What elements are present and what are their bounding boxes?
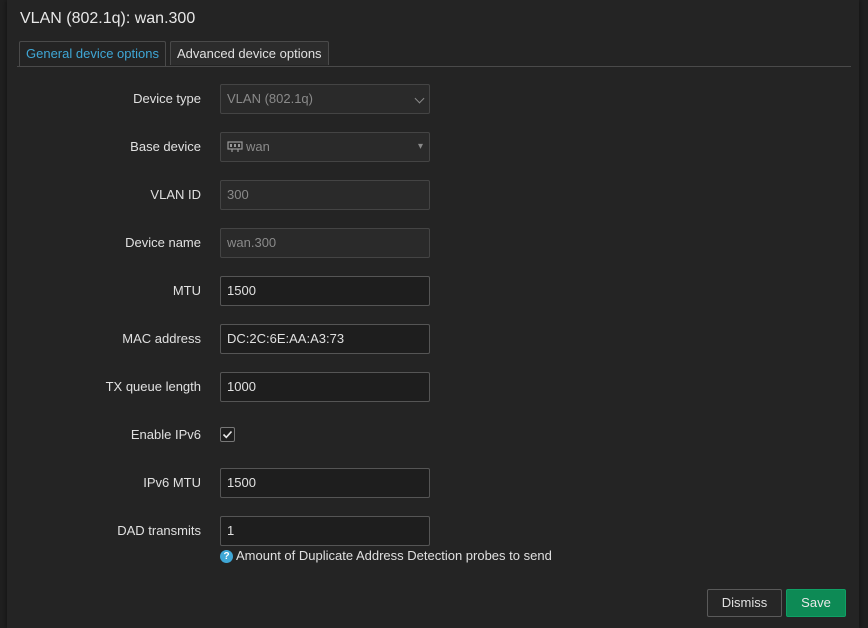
network-port-icon — [227, 141, 243, 152]
dad-transmits-label: DAD transmits — [117, 523, 201, 538]
background-page-left — [0, 0, 7, 628]
device-type-select[interactable]: VLAN (802.1q) — [220, 84, 430, 114]
base-device-row: Base device wan ▾ — [7, 132, 859, 162]
device-name-input[interactable]: wan.300 — [220, 228, 430, 258]
ipv6-mtu-label: IPv6 MTU — [143, 475, 201, 490]
dad-transmits-row: DAD transmits 1 — [7, 516, 859, 546]
device-name-label: Device name — [125, 235, 201, 250]
dialog-title: VLAN (802.1q): wan.300 — [20, 10, 196, 27]
vlan-id-label: VLAN ID — [150, 187, 201, 202]
device-type-row: Device type VLAN (802.1q) — [7, 84, 859, 114]
dad-transmits-help-text: Amount of Duplicate Address Detection pr… — [236, 548, 552, 563]
enable-ipv6-label: Enable IPv6 — [130, 427, 201, 442]
mtu-row: MTU 1500 — [7, 276, 859, 306]
chevron-down-icon — [414, 93, 425, 104]
device-type-label: Device type — [133, 91, 201, 106]
checkmark-icon — [222, 430, 233, 439]
vlan-id-input[interactable]: 300 — [220, 180, 430, 210]
save-button[interactable]: Save — [786, 589, 846, 617]
ipv6-mtu-input[interactable]: 1500 — [220, 468, 430, 498]
base-device-dropdown[interactable]: wan ▾ — [220, 132, 430, 162]
enable-ipv6-checkbox[interactable] — [220, 427, 235, 442]
mtu-input[interactable]: 1500 — [220, 276, 430, 306]
dad-transmits-input[interactable]: 1 — [220, 516, 430, 546]
ipv6-mtu-row: IPv6 MTU 1500 — [7, 468, 859, 498]
background-page-right — [859, 0, 868, 628]
device-type-value: VLAN (802.1q) — [227, 91, 313, 106]
tx-queue-length-label: TX queue length — [105, 379, 201, 394]
mac-address-row: MAC address DC:2C:6E:AA:A3:73 — [7, 324, 859, 354]
enable-ipv6-row: Enable IPv6 — [7, 420, 859, 450]
tx-queue-length-input[interactable]: 1000 — [220, 372, 430, 402]
vlan-id-row: VLAN ID 300 — [7, 180, 859, 210]
dropdown-caret-icon: ▾ — [417, 141, 423, 152]
base-device-value: wan — [246, 139, 270, 154]
modal-dialog: VLAN (802.1q): wan.300 General device op… — [7, 0, 859, 628]
dad-transmits-help: ? Amount of Duplicate Address Detection p… — [220, 548, 552, 563]
tab-bar: General device options Advanced device o… — [17, 40, 851, 67]
mtu-label: MTU — [172, 283, 201, 298]
tab-general-device-options[interactable]: General device options — [19, 41, 166, 66]
mac-address-input[interactable]: DC:2C:6E:AA:A3:73 — [220, 324, 430, 354]
device-name-row: Device name wan.300 — [7, 228, 859, 258]
help-icon: ? — [220, 550, 233, 563]
base-device-label: Base device — [130, 139, 201, 154]
mac-address-label: MAC address — [122, 331, 201, 346]
dismiss-button[interactable]: Dismiss — [707, 589, 782, 617]
tx-queue-length-row: TX queue length 1000 — [7, 372, 859, 402]
tab-advanced-device-options[interactable]: Advanced device options — [170, 41, 329, 65]
